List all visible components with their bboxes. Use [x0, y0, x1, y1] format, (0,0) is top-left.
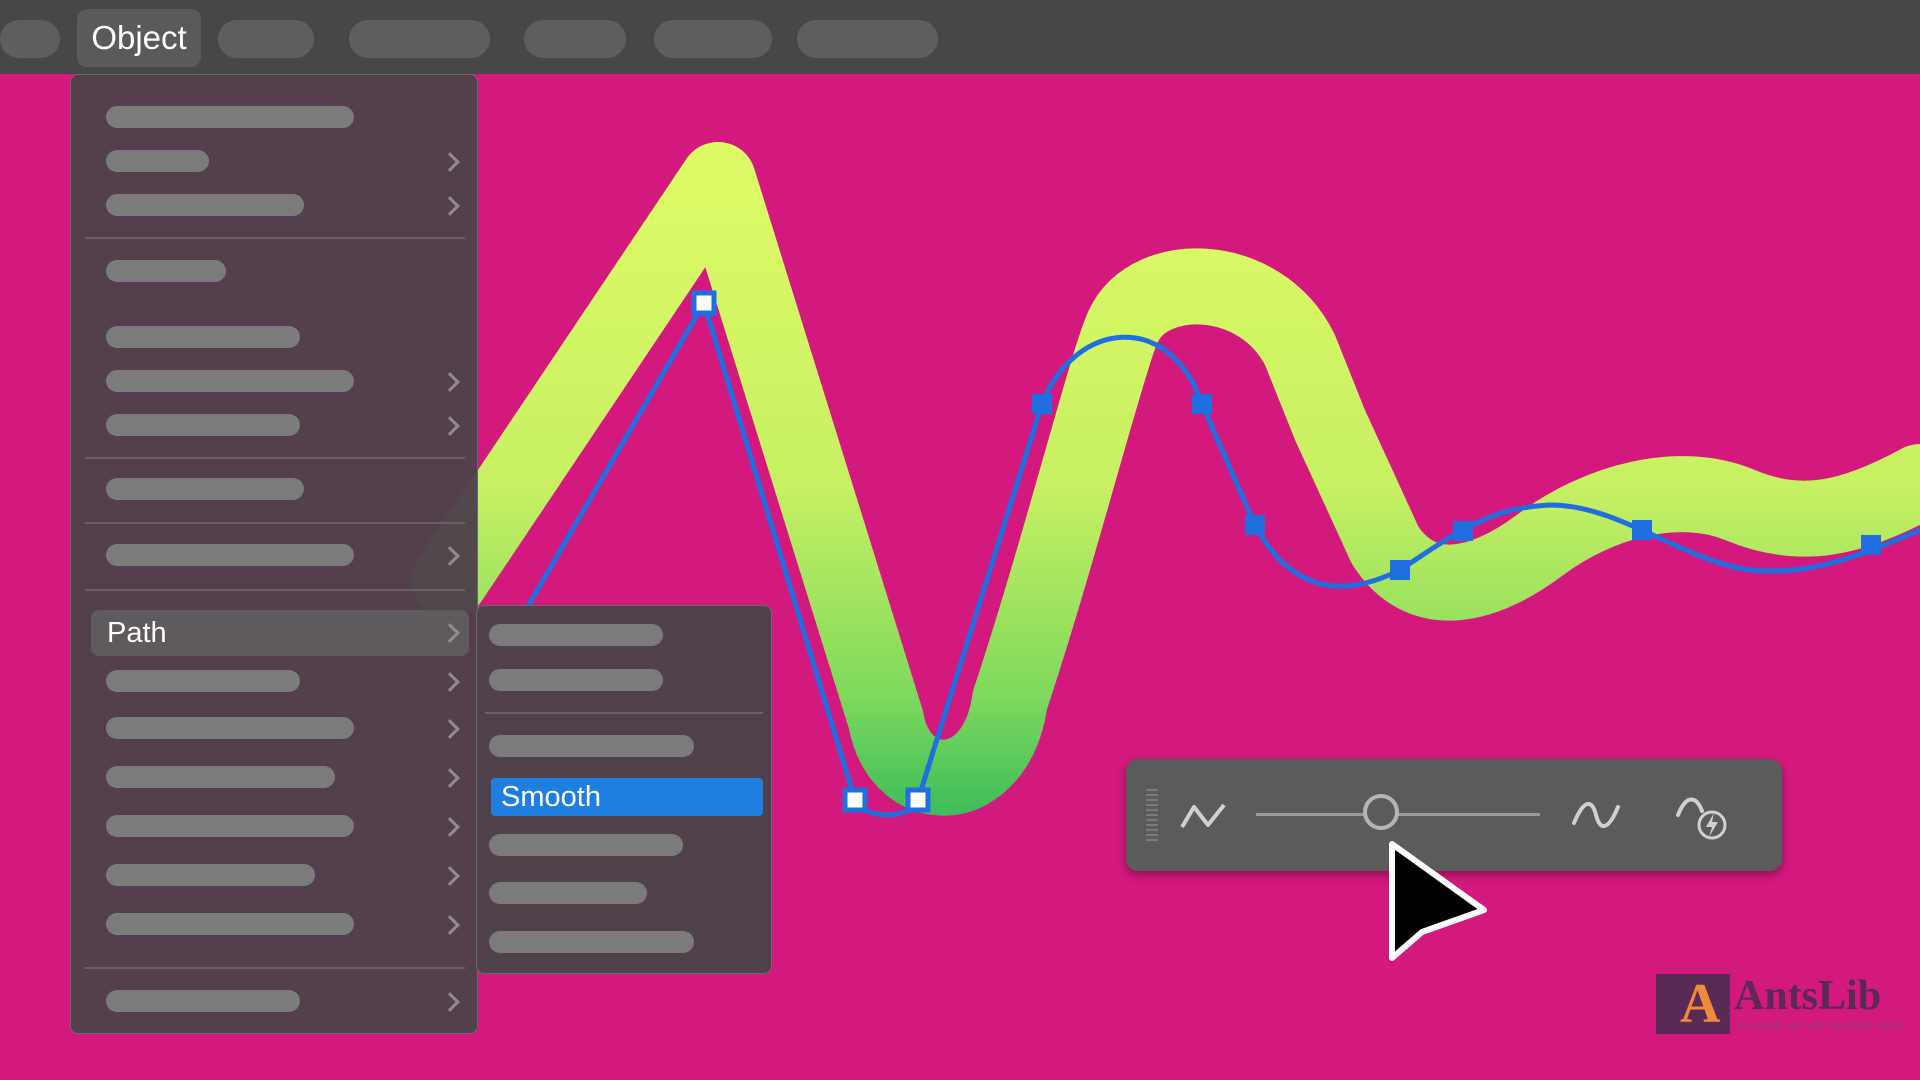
- chevron-right-icon: [440, 372, 460, 392]
- submenu-item-smooth[interactable]: Smooth: [491, 778, 763, 816]
- submenu-item[interactable]: [489, 669, 663, 691]
- chevron-right-icon: [440, 915, 460, 935]
- chevron-right-icon: [440, 768, 460, 788]
- menu-item[interactable]: [106, 990, 300, 1012]
- watermark-logo: A AntsLib You want, you will, no matter …: [1656, 972, 1902, 1036]
- anchor-point[interactable]: [1245, 515, 1265, 535]
- anchor-point-selected[interactable]: [842, 787, 868, 813]
- object-menu: Path: [70, 74, 478, 1034]
- chevron-right-icon: [440, 152, 460, 172]
- anchor-point[interactable]: [1453, 521, 1473, 541]
- anchor-point[interactable]: [1032, 394, 1052, 414]
- chevron-right-icon: [440, 992, 460, 1012]
- menu-divider: [85, 967, 465, 969]
- angular-path-icon[interactable]: [1178, 795, 1230, 835]
- menu-item[interactable]: [106, 106, 354, 128]
- chevron-right-icon: [440, 546, 460, 566]
- chevron-right-icon: [440, 719, 460, 739]
- menu-divider: [85, 589, 465, 591]
- logo-mark: A: [1656, 974, 1730, 1034]
- smooth-wave-icon[interactable]: [1570, 797, 1622, 833]
- menu-item[interactable]: [106, 670, 300, 692]
- chevron-right-icon: [440, 623, 460, 643]
- menu-item[interactable]: [106, 194, 304, 216]
- menu-item-path-label: Path: [107, 617, 167, 649]
- smoothness-slider-knob[interactable]: [1362, 794, 1399, 830]
- menu-item[interactable]: [106, 326, 300, 348]
- anchor-point[interactable]: [1861, 535, 1881, 555]
- chevron-right-icon: [440, 672, 460, 692]
- menu-divider: [85, 457, 465, 459]
- submenu-item[interactable]: [489, 834, 683, 856]
- auto-smooth-icon[interactable]: [1674, 791, 1734, 843]
- chevron-right-icon: [440, 817, 460, 837]
- menu-item[interactable]: [106, 370, 354, 392]
- submenu-item[interactable]: [489, 931, 694, 953]
- anchor-point-selected[interactable]: [691, 290, 717, 316]
- menu-item[interactable]: [106, 717, 354, 739]
- menu-divider: [85, 522, 465, 524]
- anchor-point-selected[interactable]: [905, 787, 931, 813]
- menu-item[interactable]: [106, 864, 315, 886]
- chevron-right-icon: [440, 196, 460, 216]
- anchor-point[interactable]: [1390, 560, 1410, 580]
- logo-tagline: You want, you will, no matter what: [1736, 1020, 1902, 1032]
- submenu-item[interactable]: [489, 624, 663, 646]
- anchor-point[interactable]: [1192, 394, 1212, 414]
- submenu-item[interactable]: [489, 735, 694, 757]
- path-submenu: Smooth: [476, 605, 772, 974]
- menu-item[interactable]: [106, 913, 354, 935]
- menu-item[interactable]: [106, 478, 304, 500]
- menu-divider: [485, 712, 763, 714]
- chevron-right-icon: [440, 866, 460, 886]
- menu-item-path[interactable]: Path: [91, 610, 469, 656]
- submenu-item[interactable]: [489, 882, 647, 904]
- submenu-item-smooth-label: Smooth: [501, 781, 601, 813]
- menu-item[interactable]: [106, 815, 354, 837]
- menu-item[interactable]: [106, 766, 335, 788]
- anchor-point[interactable]: [1632, 520, 1652, 540]
- menu-item[interactable]: [106, 544, 354, 566]
- drag-handle[interactable]: [1146, 789, 1158, 843]
- menu-item[interactable]: [106, 150, 209, 172]
- mouse-cursor-icon: [1389, 841, 1487, 961]
- menu-item[interactable]: [106, 414, 300, 436]
- chevron-right-icon: [440, 416, 460, 436]
- logo-brand: AntsLib: [1734, 973, 1882, 1019]
- menu-divider: [85, 237, 465, 239]
- menu-item[interactable]: [106, 260, 226, 282]
